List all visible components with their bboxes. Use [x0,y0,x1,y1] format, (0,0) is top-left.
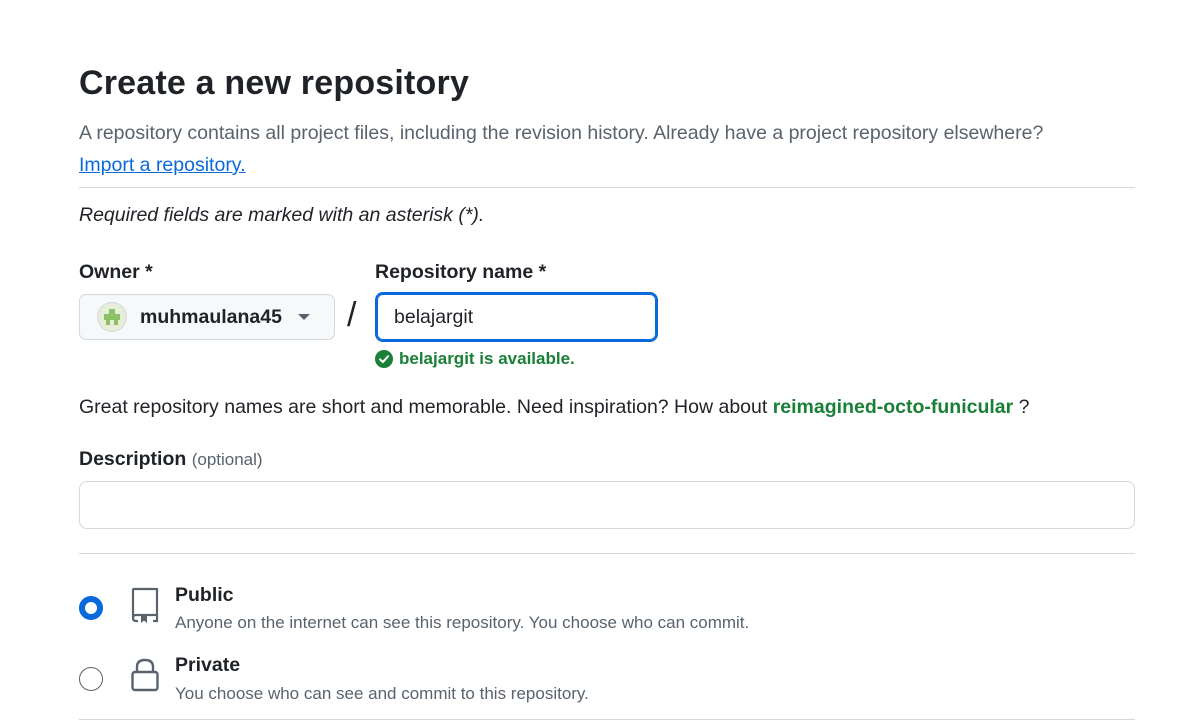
owner-dropdown[interactable]: muhmaulana45 [79,294,335,340]
owner-label: Owner * [79,261,153,283]
public-option-title: Public [175,584,234,606]
import-repository-link[interactable]: Import a repository. [79,154,246,176]
owner-avatar-icon [97,302,127,332]
repository-name-input[interactable] [375,292,658,342]
page-subtitle: A repository contains all project files,… [79,117,1135,181]
suggested-name-link[interactable]: reimagined-octo-funicular [773,396,1014,418]
repository-name-label: Repository name * [375,261,547,283]
suggestion-suffix: ? [1018,396,1030,418]
availability-text: belajargit is available. [399,349,575,368]
lock-icon [131,658,159,692]
availability-status: belajargit is available. [375,349,575,369]
private-radio[interactable] [79,667,103,691]
description-label-text: Description [79,448,187,470]
page-title: Create a new repository [79,64,470,102]
suggestion-text: Great repository names are short and mem… [79,396,768,418]
description-optional-hint: (optional) [191,450,263,469]
divider [79,187,1135,188]
divider [79,719,1135,720]
owner-repo-separator: / [347,296,357,334]
description-input[interactable] [79,481,1135,529]
check-circle-icon [375,350,393,368]
owner-name: muhmaulana45 [140,305,282,328]
divider [79,553,1135,554]
chevron-down-icon [297,314,310,320]
private-option-title: Private [175,654,241,676]
private-option-description: You choose who can see and commit to thi… [175,684,589,703]
name-suggestion: Great repository names are short and mem… [79,396,1030,419]
repo-icon [131,587,159,623]
subtitle-text: A repository contains all project files,… [79,122,1044,144]
description-label: Description (optional) [79,448,263,471]
required-fields-note: Required fields are marked with an aster… [79,204,485,226]
public-radio[interactable] [79,596,103,620]
public-option-description: Anyone on the internet can see this repo… [175,613,750,632]
